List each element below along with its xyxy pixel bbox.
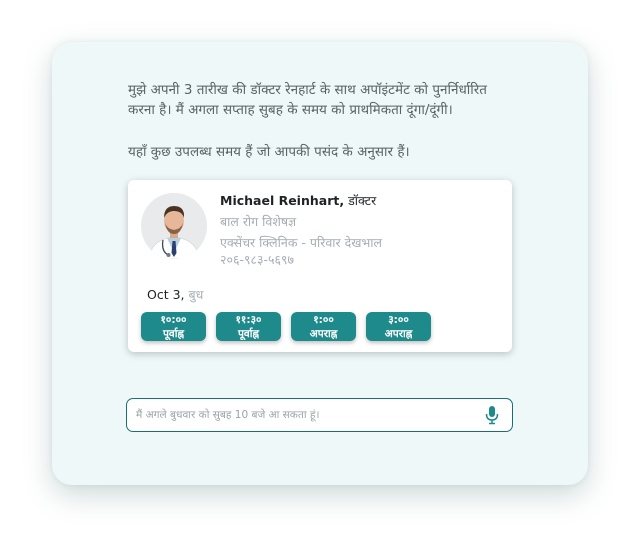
- doctor-card: Michael Reinhart, डॉक्टर बाल रोग विशेषज्…: [128, 180, 512, 352]
- doctor-title: डॉक्टर: [344, 193, 377, 208]
- doctor-clinic: एक्सेंचर क्लिनिक - परिवार देखभाल: [220, 235, 382, 250]
- time-slot-button[interactable]: १:०० अपराह्न: [291, 312, 356, 341]
- doctor-portrait-icon: [141, 193, 207, 259]
- doctor-name: Michael Reinhart,: [220, 193, 345, 208]
- user-message: मुझे अपनी 3 तारीख की डॉक्टर रेनहार्ट के …: [128, 82, 487, 118]
- doctor-specialty: बाल रोग विशेषज्ञ: [220, 214, 297, 229]
- microphone-icon[interactable]: [485, 405, 499, 425]
- doctor-phone: २०६-९८३-५६९७: [220, 252, 295, 267]
- weekday-label: बुध: [188, 287, 204, 302]
- doctor-name-line: Michael Reinhart, डॉक्टर: [220, 192, 376, 209]
- date-label: Oct 3,: [147, 287, 185, 302]
- message-composer: [126, 398, 513, 432]
- time-slot-button[interactable]: ३:०० अपराह्न: [366, 312, 431, 341]
- appointment-date: Oct 3, बुध: [147, 286, 203, 303]
- doctor-avatar: [141, 193, 207, 259]
- message-input[interactable]: [136, 399, 476, 430]
- time-slot-button[interactable]: ११:३० पूर्वाह्न: [216, 312, 281, 341]
- time-slot-list: १०:०० पूर्वाह्न ११:३० पूर्वाह्न १:०० अपर…: [141, 312, 431, 341]
- assistant-message: यहाँ कुछ उपलब्ध समय हैं जो आपकी पसंद के …: [128, 144, 410, 160]
- time-slot-button[interactable]: १०:०० पूर्वाह्न: [141, 312, 206, 341]
